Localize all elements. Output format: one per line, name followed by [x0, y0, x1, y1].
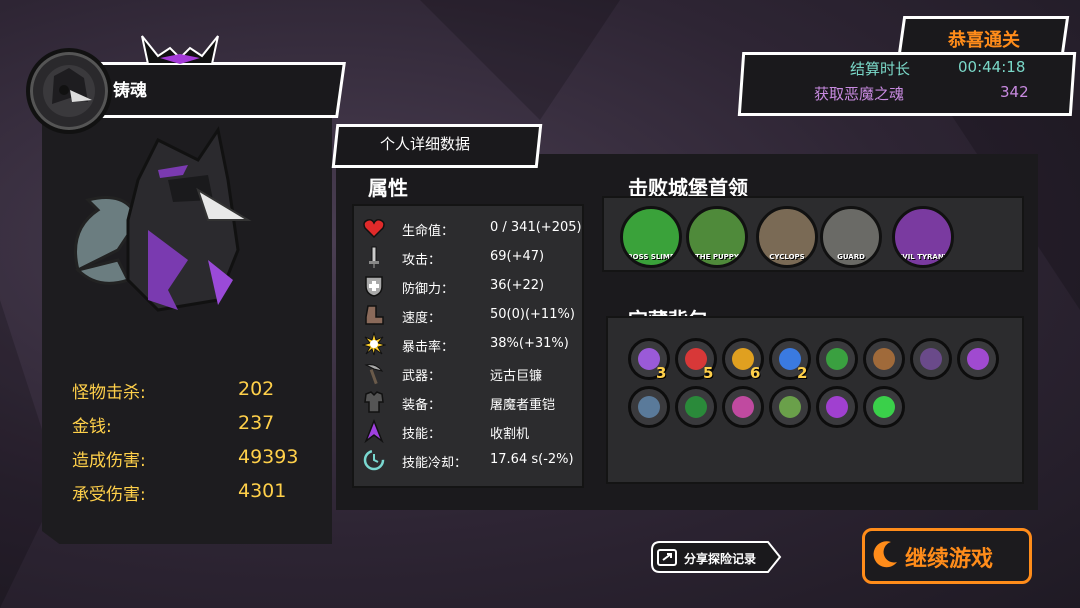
attr-value: 69(+47): [490, 249, 545, 264]
attr-row-defense: 防御力： 36(+22): [354, 272, 582, 300]
dark-cat-icon: [910, 338, 952, 380]
treasure-count: 2: [797, 364, 808, 382]
treasure-gem: [826, 348, 848, 370]
skill-icon: [364, 419, 384, 443]
attributes-title: 属性: [368, 176, 408, 200]
attr-value: 收割机: [490, 427, 530, 442]
boss-label: BOSS SLIME: [627, 253, 675, 261]
boot-icon: [365, 305, 384, 325]
purple-ring-icon: [816, 386, 858, 428]
damage-dealt-label: 造成伤害:: [72, 451, 146, 471]
attr-row-attack: 攻击： 69(+47): [354, 243, 582, 271]
treasure-gem: [826, 396, 848, 418]
attributes-box: 生命值： 0 / 341(+205) 攻击： 69(+47) 防御力： 36(+…: [352, 204, 584, 488]
green-dragon-icon: [816, 338, 858, 380]
treasure-count: 5: [703, 364, 714, 382]
demon-souls-label: 获取恶魔之魂: [814, 85, 905, 103]
scroll-icon: [957, 338, 999, 380]
run-time-label: 结算时长: [850, 60, 911, 78]
money-value: 237: [238, 412, 275, 434]
bosses-box: BOSS SLIME THE PUPPY CYCLOPS GUARD EVIL …: [602, 196, 1024, 272]
green-orb-icon: [769, 386, 811, 428]
damage-dealt-value: 49393: [238, 446, 299, 468]
boss-label: CYCLOPS: [769, 253, 805, 261]
share-label: 分享探险记录: [684, 552, 757, 566]
attr-value: 38%(+31%): [490, 336, 569, 351]
plague-doctor-icon: [43, 65, 95, 117]
attr-row-skill: 技能： 收割机: [354, 417, 582, 445]
share-icon: [657, 549, 677, 566]
armor-icon: [364, 391, 384, 413]
attr-row-speed: 速度： 50(0)(+11%): [354, 301, 582, 329]
treasure-count: 3: [656, 364, 667, 382]
continue-button[interactable]: 继续游戏: [862, 528, 1032, 584]
green-spirit-icon: [863, 386, 905, 428]
attr-label: 速度：: [402, 311, 442, 326]
attr-label: 生命值：: [402, 224, 455, 239]
money-label: 金钱:: [72, 417, 112, 437]
attr-label: 防御力：: [402, 282, 455, 297]
background-shard: [420, 0, 620, 120]
moon-icon: [873, 541, 897, 568]
attr-row-hp: 生命值： 0 / 341(+205): [354, 214, 582, 242]
burst-icon: [362, 332, 386, 356]
demon-souls-value: 342: [1000, 83, 1029, 101]
demon-horns-icon: [141, 35, 219, 65]
boss-label: GUARD: [837, 253, 865, 261]
boss-label: EVIL TYRANT: [897, 253, 949, 261]
kills-label: 怪物击杀:: [72, 383, 146, 403]
attr-row-weapon: 武器： 远古巨镰: [354, 359, 582, 387]
heart-icon: [363, 219, 385, 239]
player-name: 铸魂: [113, 81, 147, 101]
attr-label: 武器：: [402, 369, 442, 384]
attr-value: 17.64 s(-2%): [490, 452, 574, 467]
attr-label: 技能冷却：: [402, 456, 468, 471]
treasure-gem: [638, 396, 660, 418]
boss-guard-icon: GUARD: [820, 206, 882, 268]
shield-icon: [365, 276, 383, 297]
sword-icon: [369, 246, 379, 268]
attr-value: 0 / 341(+205): [490, 220, 582, 235]
attr-label: 暴击率：: [402, 340, 455, 355]
attr-value: 36(+22): [490, 278, 545, 293]
weapon-icon: [364, 364, 384, 385]
attr-value: 屠魔者重铠: [490, 398, 556, 413]
details-tab-label: 个人详细数据: [380, 135, 471, 153]
boss-cyclops-icon: CYCLOPS: [756, 206, 818, 268]
treasure-gem: [873, 348, 895, 370]
continue-label: 继续游戏: [905, 547, 994, 572]
attr-value: 远古巨镰: [490, 369, 543, 384]
attr-row-cooldown: 技能冷却： 17.64 s(-2%): [354, 446, 582, 474]
attr-row-armor: 装备： 屠魔者重铠: [354, 388, 582, 416]
boss-puppy-icon: THE PUPPY: [686, 206, 748, 268]
flower-icon: [722, 386, 764, 428]
attr-value: 50(0)(+11%): [490, 307, 575, 322]
boss-label: THE PUPPY: [695, 253, 739, 261]
damage-taken-value: 4301: [238, 480, 287, 502]
treasure-gem: [967, 348, 989, 370]
treasure-gem: [920, 348, 942, 370]
attr-label: 攻击：: [402, 253, 442, 268]
treasure-gem: [732, 396, 754, 418]
attr-row-crit: 暴击率： 38%(+31%): [354, 330, 582, 358]
boss-slime-icon: BOSS SLIME: [620, 206, 682, 268]
treasure-count: 6: [750, 364, 761, 382]
attr-label: 装备：: [402, 398, 442, 413]
hero-portrait: [74, 126, 252, 312]
meat-icon: [863, 338, 905, 380]
damage-taken-label: 承受伤害:: [72, 485, 146, 505]
ankh-icon: [628, 386, 670, 428]
kills-value: 202: [238, 378, 275, 400]
congrats-title: 恭喜通关: [948, 30, 1020, 51]
cooldown-icon: [363, 449, 385, 471]
boss-evil-tyrant-icon: EVIL TYRANT: [892, 206, 954, 268]
attr-label: 技能：: [402, 427, 442, 442]
green-blob-icon: [675, 386, 717, 428]
treasure-gem: [685, 396, 707, 418]
share-button[interactable]: 分享探险记录: [650, 540, 782, 574]
treasure-gem: [873, 396, 895, 418]
treasure-gem: [779, 396, 801, 418]
run-time-value: 00:44:18: [958, 58, 1026, 76]
